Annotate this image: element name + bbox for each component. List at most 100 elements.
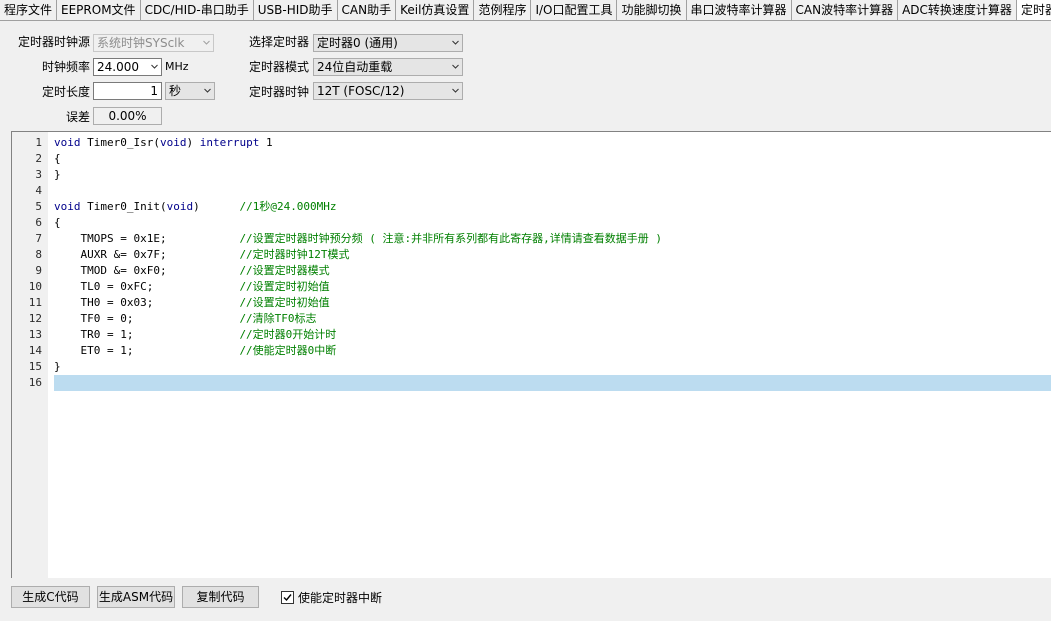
tab-adc-speed-calc[interactable]: ADC转换速度计算器: [898, 0, 1017, 20]
code-text: AUXR &= 0x7F; //定时器时钟12T模式: [54, 248, 350, 261]
code-line[interactable]: 9 TMOD &= 0xF0; //设置定时器模式: [12, 263, 1051, 279]
line-number: 9: [35, 264, 42, 277]
line-number: 13: [28, 328, 42, 341]
timer-mode-value: 24位自动重载: [317, 60, 393, 74]
code-line[interactable]: 14 ET0 = 1; //使能定时器0中断: [12, 343, 1051, 359]
code-comment: //清除TF0标志: [239, 312, 317, 325]
code-comment: //设置定时器时钟预分频 ( 注意:并非所有系列都有此寄存器,详情请查看数据手册…: [239, 232, 663, 245]
code-text: }: [54, 360, 61, 373]
code-line[interactable]: 1 void Timer0_Isr(void) interrupt 1: [12, 135, 1051, 151]
clock-source-select[interactable]: 系统时钟SYSclk: [93, 34, 214, 52]
tab-pin-switch[interactable]: 功能脚切换: [617, 0, 687, 20]
code-line[interactable]: 5 void Timer0_Init(void) //1秒@24.000MHz: [12, 199, 1051, 215]
line-number: 2: [35, 152, 42, 165]
code-line[interactable]: 2{: [12, 151, 1051, 167]
enable-interrupt-checkbox[interactable]: [281, 591, 294, 604]
clock-freq-combo[interactable]: 24.000: [93, 58, 162, 76]
tab-program-file[interactable]: 程序文件: [0, 0, 58, 20]
tab-timer-calc[interactable]: 定时器计: [1016, 0, 1051, 20]
tab-can-helper[interactable]: CAN助手: [337, 0, 397, 20]
code-text: TF0 = 0; //清除TF0标志: [54, 312, 317, 325]
code-text: {: [54, 216, 61, 229]
tab-bar: 程序文件 EEPROM文件 CDC/HID-串口助手 USB-HID助手 CAN…: [0, 0, 1051, 21]
checkmark-icon: [283, 594, 292, 602]
code-text: TL0 = 0xFC; //设置定时初始值: [54, 280, 330, 293]
chevron-down-icon: [452, 88, 459, 93]
code-line[interactable]: 3}: [12, 167, 1051, 183]
chevron-down-icon: [452, 64, 459, 69]
tab-usb-hid[interactable]: USB-HID助手: [253, 0, 338, 20]
line-number: 14: [28, 344, 42, 357]
duration-label: 定时长度: [42, 85, 91, 99]
code-comment: //使能定时器0中断: [239, 344, 337, 357]
copy-code-button[interactable]: 复制代码: [182, 586, 259, 608]
chevron-down-icon: [203, 40, 210, 45]
line-number: 3: [35, 168, 42, 181]
code-comment: //定时器0开始计时: [239, 328, 337, 341]
timer-mode-label: 定时器模式: [249, 60, 310, 74]
error-label: 误差: [66, 110, 91, 124]
tab-keil-sim[interactable]: Keil仿真设置: [396, 0, 475, 20]
code-text: {: [54, 152, 61, 165]
line-number: 7: [35, 232, 42, 245]
timer-clock-label: 定时器时钟: [249, 85, 310, 99]
timer-mode-select[interactable]: 24位自动重载: [313, 58, 463, 76]
code-text: void Timer0_Isr(void) interrupt 1: [54, 136, 273, 149]
tab-cdc-hid-serial[interactable]: CDC/HID-串口助手: [140, 0, 254, 20]
tab-eeprom-file[interactable]: EEPROM文件: [57, 0, 141, 20]
code-line[interactable]: 10 TL0 = 0xFC; //设置定时初始值: [12, 279, 1051, 295]
code-line[interactable]: 8 AUXR &= 0x7F; //定时器时钟12T模式: [12, 247, 1051, 263]
line-number: 15: [28, 360, 42, 373]
code-text: TMOPS = 0x1E; //设置定时器时钟预分频 ( 注意:并非所有系列都有…: [54, 232, 663, 245]
code-text: TR0 = 1; //定时器0开始计时: [54, 328, 337, 341]
code-line[interactable]: 11 TH0 = 0x03; //设置定时初始值: [12, 295, 1051, 311]
code-text: ET0 = 1; //使能定时器0中断: [54, 344, 337, 357]
code-line[interactable]: 12 TF0 = 0; //清除TF0标志: [12, 311, 1051, 327]
timer-clock-select[interactable]: 12T (FOSC/12): [313, 82, 463, 100]
tab-io-config[interactable]: I/O口配置工具: [531, 0, 618, 20]
code-text: void Timer0_Init(void) //1秒@24.000MHz: [54, 200, 337, 213]
line-number: 1: [35, 136, 42, 149]
timer-clock-value: 12T (FOSC/12): [317, 84, 405, 98]
line-number: 6: [35, 216, 42, 229]
error-value: 0.00%: [93, 107, 162, 125]
chevron-down-icon: [151, 64, 158, 69]
code-comment: //设置定时初始值: [239, 280, 330, 293]
tab-can-baud-calc[interactable]: CAN波特率计算器: [791, 0, 899, 20]
line-number: 4: [35, 184, 42, 197]
clock-freq-value: 24.000: [97, 60, 139, 74]
code-line[interactable]: 7 TMOPS = 0x1E; //设置定时器时钟预分频 ( 注意:并非所有系列…: [12, 231, 1051, 247]
clock-source-label: 定时器时钟源: [18, 35, 91, 49]
duration-input[interactable]: 1: [93, 82, 162, 100]
code-editor[interactable]: 1 void Timer0_Isr(void) interrupt 1 2{3} 4 5…: [11, 131, 1051, 578]
code-line[interactable]: 13 TR0 = 1; //定时器0开始计时: [12, 327, 1051, 343]
duration-unit-select[interactable]: 秒: [165, 82, 215, 100]
timer-select-label: 选择定时器: [249, 35, 310, 49]
generate-c-code-button[interactable]: 生成C代码: [11, 586, 90, 608]
line-number: 16: [28, 376, 42, 389]
timer-select-value: 定时器0 (通用): [317, 36, 398, 50]
chevron-down-icon: [204, 88, 211, 93]
line-number: 5: [35, 200, 42, 213]
code-line[interactable]: 16: [12, 375, 1051, 391]
code-line[interactable]: 4: [12, 183, 1051, 199]
enable-interrupt-label[interactable]: 使能定时器中断: [298, 588, 382, 608]
code-text: [54, 375, 1051, 391]
code-comment: //1秒@24.000MHz: [239, 200, 337, 213]
code-text: TH0 = 0x03; //设置定时初始值: [54, 296, 330, 309]
generate-asm-code-button[interactable]: 生成ASM代码: [97, 586, 175, 608]
duration-unit-value: 秒: [169, 84, 182, 98]
line-number: 10: [28, 280, 42, 293]
code-line[interactable]: 6{: [12, 215, 1051, 231]
timer-select[interactable]: 定时器0 (通用): [313, 34, 463, 52]
code-line[interactable]: 15}: [12, 359, 1051, 375]
clock-freq-label: 时钟频率: [42, 60, 91, 74]
tab-uart-baud-calc[interactable]: 串口波特率计算器: [686, 0, 792, 20]
tab-examples[interactable]: 范例程序: [474, 0, 532, 20]
code-comment: //设置定时初始值: [239, 296, 330, 309]
clock-freq-unit: MHz: [165, 60, 189, 73]
code-text: }: [54, 168, 61, 181]
line-number: 8: [35, 248, 42, 261]
chevron-down-icon: [452, 40, 459, 45]
